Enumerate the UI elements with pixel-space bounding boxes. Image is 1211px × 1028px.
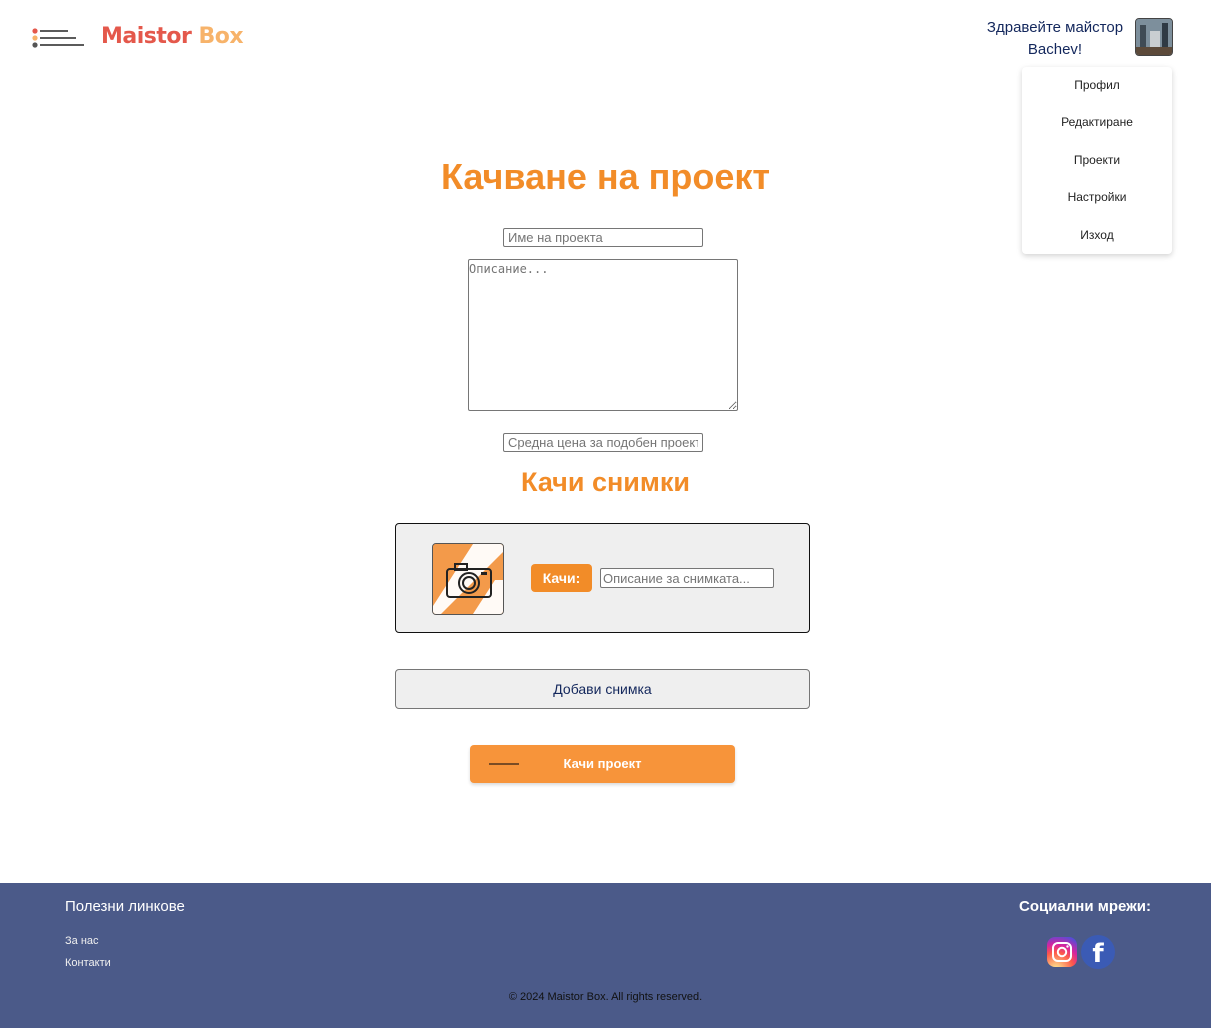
menu-item-profile[interactable]: Профил bbox=[1022, 67, 1172, 104]
footer: Полезни линкове За нас Контакти Социални… bbox=[0, 883, 1211, 1028]
social-networks-title: Социални мрежи: bbox=[1019, 898, 1152, 915]
menu-item-logout[interactable]: Изход bbox=[1022, 217, 1172, 254]
average-price-input[interactable] bbox=[503, 433, 703, 452]
project-description-textarea[interactable] bbox=[468, 259, 738, 411]
button-decoration bbox=[489, 763, 519, 765]
photo-upload-box: Качи: bbox=[395, 523, 810, 633]
submit-project-label: Качи проект bbox=[563, 756, 642, 771]
logo-part-2: Box bbox=[198, 24, 244, 49]
camera-icon[interactable] bbox=[432, 543, 504, 615]
facebook-icon[interactable]: f bbox=[1081, 935, 1115, 969]
useful-links-title: Полезни линкове bbox=[65, 898, 185, 915]
menu-item-edit[interactable]: Редактиране bbox=[1022, 104, 1172, 141]
footer-link-contacts[interactable]: Контакти bbox=[65, 957, 111, 969]
logo-part-1: Maistor bbox=[101, 24, 192, 49]
add-photo-button[interactable]: Добави снимка bbox=[395, 669, 810, 709]
avatar[interactable] bbox=[1135, 18, 1173, 56]
project-name-input[interactable] bbox=[503, 228, 703, 247]
footer-link-about[interactable]: За нас bbox=[65, 935, 99, 947]
upload-photo-button[interactable]: Качи: bbox=[531, 564, 592, 592]
page-title: Качване на проект bbox=[440, 156, 771, 197]
greeting-line-2: Bachev! bbox=[1027, 41, 1083, 58]
submit-project-button[interactable]: Качи проект bbox=[470, 745, 735, 783]
hamburger-menu-icon[interactable] bbox=[32, 28, 84, 48]
greeting-line-1: Здравейте майстор bbox=[986, 19, 1124, 36]
copyright-text: © 2024 Maistor Box. All rights reserved. bbox=[508, 991, 703, 1003]
logo[interactable]: Maistor Box bbox=[101, 24, 244, 49]
photos-section-title: Качи снимки bbox=[521, 467, 690, 497]
instagram-icon[interactable] bbox=[1047, 937, 1077, 967]
photo-description-input[interactable] bbox=[600, 568, 774, 588]
user-greeting: Здравейте майстор Bachev! bbox=[980, 17, 1130, 61]
